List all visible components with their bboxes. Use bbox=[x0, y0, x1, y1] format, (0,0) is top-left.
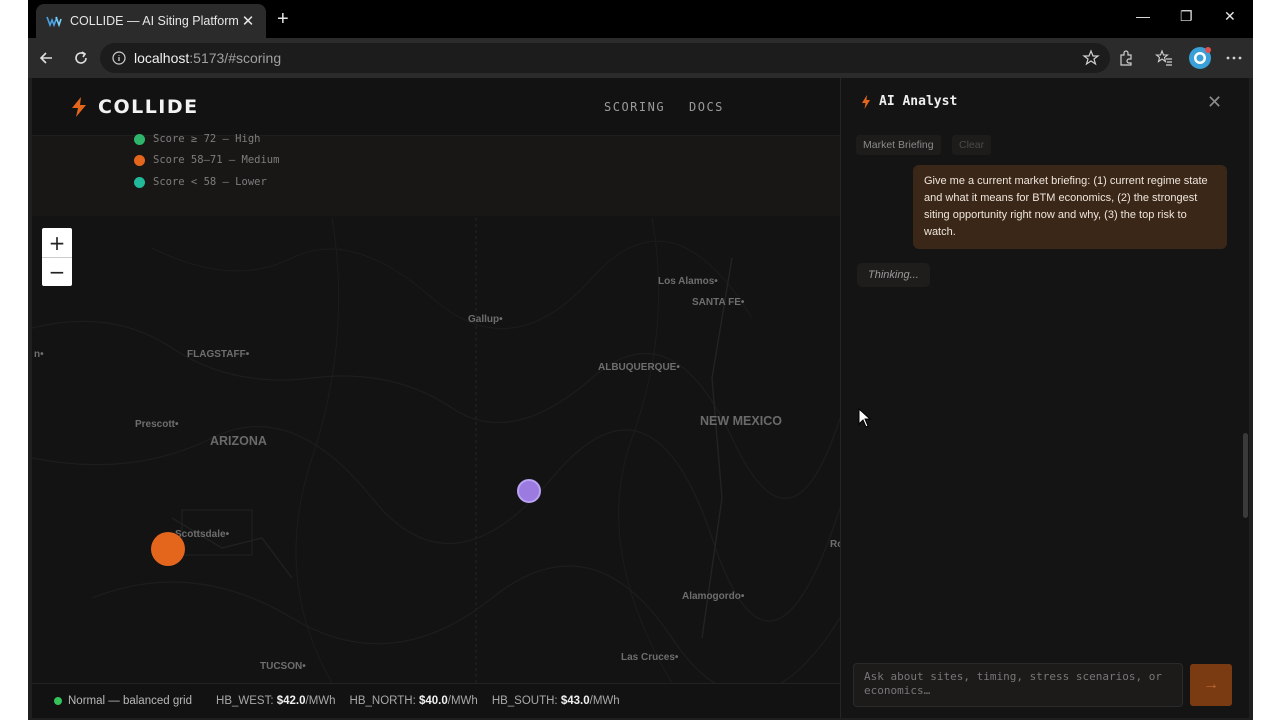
map-label-edge: n• bbox=[34, 349, 44, 360]
app-navbar: COLLIDE SCORING DOCS bbox=[32, 78, 840, 136]
chat-input[interactable] bbox=[864, 670, 1172, 700]
legend-label-high: Score ≥ 72 — High bbox=[153, 133, 261, 145]
profile-avatar-icon[interactable] bbox=[1188, 46, 1212, 70]
minimize-icon[interactable]: — bbox=[1136, 8, 1150, 24]
reload-icon[interactable] bbox=[71, 48, 91, 68]
site-marker-orange[interactable] bbox=[151, 532, 185, 566]
url-path: :5173/#scoring bbox=[189, 50, 282, 66]
lightning-bolt-icon bbox=[72, 97, 86, 117]
favorite-star-icon[interactable] bbox=[1081, 48, 1101, 68]
url-host: localhost bbox=[134, 50, 190, 66]
panel-header: AI Analyst bbox=[861, 94, 957, 109]
site-info-icon[interactable] bbox=[112, 51, 126, 65]
nav-link-scoring[interactable]: SCORING bbox=[604, 100, 665, 114]
map-label-gallup: Gallup• bbox=[468, 314, 503, 325]
map-label-flagstaff: FLAGSTAFF• bbox=[187, 349, 250, 360]
legend-dot-high bbox=[134, 133, 145, 145]
grid-status-text: Normal — balanced grid bbox=[68, 695, 193, 707]
status-bar: Normal — balanced grid HB_WEST: $42.0/MW… bbox=[32, 683, 840, 718]
browser-tab-active[interactable]: COLLIDE — AI Siting Platform for B ✕ bbox=[36, 4, 266, 38]
extensions-icon[interactable] bbox=[1116, 48, 1136, 68]
page-content: COLLIDE SCORING DOCS Score ≥ 72 — High S… bbox=[32, 78, 1249, 718]
legend-label-lower: Score < 58 — Lower bbox=[153, 176, 267, 188]
map-label-las-cruces: Las Cruces• bbox=[621, 652, 679, 663]
map-label-tucson: TUCSON• bbox=[260, 661, 306, 672]
legend-item-lower: Score < 58 — Lower bbox=[134, 176, 267, 188]
lightning-bolt-icon bbox=[862, 94, 870, 109]
user-message-bubble: Give me a current market briefing: (1) c… bbox=[913, 165, 1227, 249]
map-label-albuquerque: ALBUQUERQUE• bbox=[598, 362, 680, 373]
map-label-alamogordo: Alamogordo• bbox=[682, 591, 745, 602]
restore-icon[interactable]: ❐ bbox=[1180, 8, 1193, 25]
close-panel-icon[interactable]: ✕ bbox=[1207, 92, 1222, 113]
mouse-cursor-icon bbox=[858, 408, 872, 428]
hub-price-north: HB_NORTH: $40.0/MWh bbox=[349, 695, 478, 707]
zoom-out-button[interactable]: − bbox=[42, 257, 72, 286]
map-view[interactable]: COLLIDE SCORING DOCS Score ≥ 72 — High S… bbox=[32, 78, 843, 718]
app-logo[interactable]: COLLIDE bbox=[70, 96, 199, 118]
ai-analyst-panel: AI Analyst ✕ Market Briefing Clear Give … bbox=[840, 78, 1249, 718]
close-tab-icon[interactable]: ✕ bbox=[240, 12, 256, 30]
site-marker-purple[interactable] bbox=[517, 479, 541, 503]
legend-label-medium: Score 58–71 — Medium bbox=[153, 154, 280, 166]
send-button[interactable]: → bbox=[1190, 664, 1232, 706]
legend-item-high: Score ≥ 72 — High bbox=[134, 133, 260, 145]
favorites-list-icon[interactable] bbox=[1154, 48, 1174, 68]
map-label-scottsdale: Scottsdale• bbox=[175, 529, 230, 540]
legend-dot-lower bbox=[134, 176, 145, 188]
legend-dot-medium bbox=[134, 154, 145, 166]
chat-input-container bbox=[853, 663, 1183, 707]
site-favicon-icon bbox=[46, 16, 62, 28]
logo-text: COLLIDE bbox=[98, 96, 199, 118]
more-menu-icon[interactable] bbox=[1224, 48, 1244, 68]
status-indicator-dot bbox=[54, 697, 62, 705]
browser-toolbar: localhost:5173/#scoring bbox=[28, 38, 1253, 78]
tab-title: COLLIDE — AI Siting Platform for B bbox=[70, 14, 240, 28]
panel-title: AI Analyst bbox=[879, 94, 958, 109]
hub-price-west: HB_WEST: $42.0/MWh bbox=[216, 695, 336, 707]
back-arrow-icon[interactable] bbox=[36, 48, 56, 68]
map-label-santa-fe: SANTA FE• bbox=[692, 297, 745, 308]
map-label-arizona: ARIZONA bbox=[210, 434, 267, 448]
score-legend: Score ≥ 72 — High Score 58–71 — Medium S… bbox=[32, 133, 840, 216]
thinking-indicator: Thinking... bbox=[857, 263, 930, 287]
tab-bar: COLLIDE — AI Siting Platform for B ✕ + —… bbox=[28, 0, 1253, 38]
zoom-in-button[interactable]: + bbox=[42, 228, 72, 257]
clear-button[interactable]: Clear bbox=[952, 135, 992, 155]
map-label-los-alamos: Los Alamos• bbox=[658, 276, 718, 287]
market-briefing-button[interactable]: Market Briefing bbox=[856, 135, 941, 155]
nav-link-docs[interactable]: DOCS bbox=[689, 100, 724, 114]
zoom-control: + − bbox=[42, 228, 72, 286]
new-tab-icon[interactable]: + bbox=[277, 8, 289, 30]
legend-item-medium: Score 58–71 — Medium bbox=[134, 154, 279, 166]
panel-scrollbar[interactable] bbox=[1243, 433, 1248, 518]
close-window-icon[interactable]: ✕ bbox=[1224, 8, 1236, 25]
map-label-prescott: Prescott• bbox=[135, 419, 179, 430]
browser-window: COLLIDE — AI Siting Platform for B ✕ + —… bbox=[28, 0, 1253, 720]
address-bar[interactable]: localhost:5173/#scoring bbox=[100, 43, 1110, 73]
hub-price-south: HB_SOUTH: $43.0/MWh bbox=[491, 695, 620, 707]
map-label-new-mexico: NEW MEXICO bbox=[700, 414, 782, 428]
